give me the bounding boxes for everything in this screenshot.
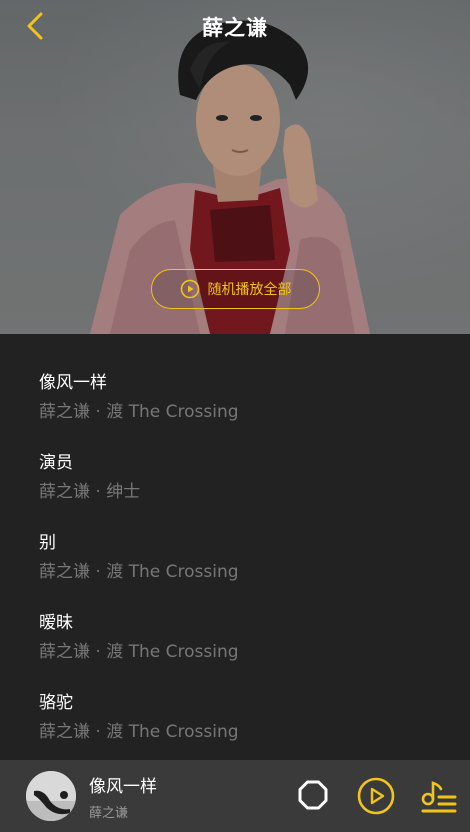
shuffle-play-all-label: 随机播放全部: [207, 282, 292, 298]
shuffle-play-all-button[interactable]: 随机播放全部: [151, 269, 320, 309]
song-meta: 薛之谦 · 渡 The Crossing: [39, 642, 239, 662]
artist-hero: 薛之谦 随机播放全部: [0, 0, 470, 334]
playlist-icon: [421, 781, 457, 813]
play-circle-icon: [180, 279, 199, 299]
cover-art: [26, 771, 76, 821]
song-meta: 薛之谦 · 渡 The Crossing: [39, 402, 239, 422]
octagon-icon: [298, 780, 328, 810]
song-item[interactable]: 暧昧 薛之谦 · 渡 The Crossing: [39, 611, 439, 664]
play-button[interactable]: [356, 776, 396, 816]
song-title: 骆驼: [39, 693, 73, 713]
page-title: 薛之谦: [202, 16, 268, 40]
song-title: 暧昧: [39, 613, 73, 633]
song-meta: 薛之谦 · 渡 The Crossing: [39, 562, 239, 582]
song-title: 像风一样: [39, 373, 107, 393]
song-item[interactable]: 像风一样 薛之谦 · 渡 The Crossing: [39, 371, 439, 424]
mode-button[interactable]: [296, 778, 330, 812]
now-playing-artist: 薛之谦: [89, 806, 129, 821]
song-title: 别: [39, 533, 56, 553]
song-item[interactable]: 演员 薛之谦 · 绅士: [39, 451, 439, 504]
play-circle-icon: [357, 777, 395, 815]
album-cover[interactable]: [26, 771, 76, 821]
song-meta: 薛之谦 · 绅士: [39, 482, 141, 502]
song-list: 像风一样 薛之谦 · 渡 The Crossing 演员 薛之谦 · 绅士 别 …: [0, 334, 470, 760]
now-playing-title: 像风一样: [89, 777, 157, 797]
song-meta: 薛之谦 · 渡 The Crossing: [39, 722, 239, 742]
song-item[interactable]: 别 薛之谦 · 渡 The Crossing: [39, 531, 439, 584]
playlist-button[interactable]: [418, 776, 458, 816]
song-title: 演员: [39, 453, 73, 473]
mini-player: 像风一样 薛之谦: [0, 760, 470, 832]
song-item[interactable]: 骆驼 薛之谦 · 渡 The Crossing: [39, 691, 439, 744]
singer-page: 薛之谦 随机播放全部 像风一样 薛之谦 · 渡 The Crossing 演员 …: [0, 0, 470, 832]
